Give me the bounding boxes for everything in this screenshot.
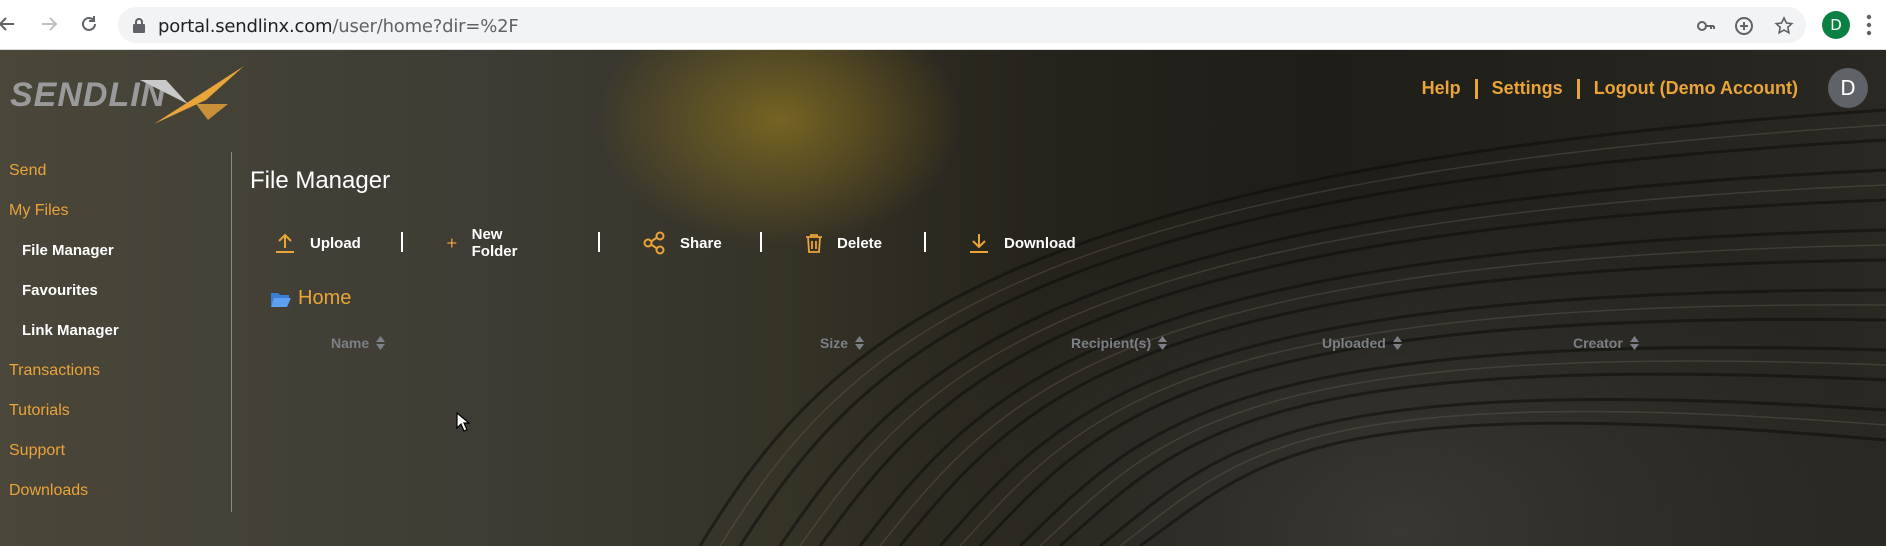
mouse-cursor-icon xyxy=(456,412,470,432)
plus-icon xyxy=(447,238,457,248)
star-icon[interactable] xyxy=(1774,16,1794,36)
page-background: SENDLIN Help Settings Logout (Demo Accou… xyxy=(0,50,1886,546)
header-links: Help Settings Logout (Demo Account) xyxy=(1422,78,1798,99)
sort-icon xyxy=(376,336,386,350)
upload-icon xyxy=(276,233,294,253)
upload-label: Upload xyxy=(310,234,361,252)
column-header-size[interactable]: Size xyxy=(820,335,865,351)
download-label: Download xyxy=(1004,234,1076,252)
sidebar-item-transactions[interactable]: Transactions xyxy=(9,362,100,380)
column-label: Size xyxy=(820,335,849,351)
sidebar-item-favourites[interactable]: Favourites xyxy=(22,282,98,299)
delete-button[interactable]: Delete xyxy=(805,228,882,258)
reload-icon[interactable] xyxy=(76,11,102,37)
download-button[interactable]: Download xyxy=(968,228,1076,258)
new-folder-button[interactable]: New Folder xyxy=(446,226,524,260)
sidebar-divider xyxy=(231,152,232,512)
header-separator xyxy=(1474,78,1478,99)
sendlinx-logo[interactable]: SENDLIN xyxy=(10,60,250,124)
url-text: portal.sendlinx.com/user/home?dir=%2F xyxy=(158,16,519,37)
folder-open-icon xyxy=(271,292,291,307)
toolbar-separator xyxy=(924,232,926,252)
trash-icon xyxy=(806,234,822,253)
logo-x-mark xyxy=(140,66,244,124)
breadcrumb: Home xyxy=(270,287,351,310)
add-circle-icon[interactable] xyxy=(1734,16,1754,36)
logout-link[interactable]: Logout (Demo Account) xyxy=(1594,78,1798,99)
toolbar-separator xyxy=(760,232,762,252)
column-label: Uploaded xyxy=(1322,335,1386,351)
share-icon xyxy=(643,231,665,255)
column-header-name[interactable]: Name xyxy=(331,335,386,351)
sidebar-item-send[interactable]: Send xyxy=(9,162,46,180)
browser-toolbar: portal.sendlinx.com/user/home?dir=%2F D xyxy=(0,0,1886,50)
sidebar-item-link-manager[interactable]: Link Manager xyxy=(22,322,119,339)
delete-label: Delete xyxy=(837,234,883,252)
sort-icon xyxy=(1392,336,1402,350)
header-separator xyxy=(1576,78,1580,99)
toolbar-separator xyxy=(598,232,600,252)
breadcrumb-home[interactable]: Home xyxy=(298,287,351,310)
column-header-recipients[interactable]: Recipient(s) xyxy=(1071,335,1168,351)
sidebar-item-my-files[interactable]: My Files xyxy=(9,202,69,220)
sort-icon xyxy=(855,336,865,350)
browser-profile-avatar[interactable]: D xyxy=(1822,11,1850,39)
share-button[interactable]: Share xyxy=(642,228,722,258)
settings-link[interactable]: Settings xyxy=(1492,78,1563,99)
sidebar-item-tutorials[interactable]: Tutorials xyxy=(9,402,70,420)
address-bar[interactable]: portal.sendlinx.com/user/home?dir=%2F xyxy=(118,7,1806,43)
page-title: File Manager xyxy=(250,167,391,194)
sort-icon xyxy=(1158,336,1168,350)
sort-icon xyxy=(1629,336,1639,350)
column-label: Name xyxy=(331,335,370,351)
sidebar-item-file-manager[interactable]: File Manager xyxy=(22,242,114,259)
user-avatar[interactable]: D xyxy=(1828,68,1868,108)
forward-icon[interactable] xyxy=(36,11,62,37)
url-path: /user/home?dir=%2F xyxy=(332,16,519,37)
help-link[interactable]: Help xyxy=(1422,78,1461,99)
download-icon xyxy=(970,234,988,253)
new-folder-label: New Folder xyxy=(471,226,518,260)
sidebar-item-support[interactable]: Support xyxy=(9,442,65,460)
upload-button[interactable]: Upload xyxy=(274,228,361,258)
lock-icon xyxy=(133,18,145,33)
back-icon[interactable] xyxy=(0,11,20,37)
more-menu-icon[interactable] xyxy=(1866,14,1872,36)
toolbar-separator xyxy=(401,232,403,252)
url-host: portal.sendlinx.com xyxy=(158,16,333,37)
column-label: Recipient(s) xyxy=(1071,335,1152,351)
sidebar-item-downloads[interactable]: Downloads xyxy=(9,482,88,500)
share-label: Share xyxy=(680,234,722,252)
column-label: Creator xyxy=(1573,335,1623,351)
key-icon[interactable] xyxy=(1696,16,1716,36)
column-header-creator[interactable]: Creator xyxy=(1573,335,1639,351)
column-header-uploaded[interactable]: Uploaded xyxy=(1322,335,1402,351)
